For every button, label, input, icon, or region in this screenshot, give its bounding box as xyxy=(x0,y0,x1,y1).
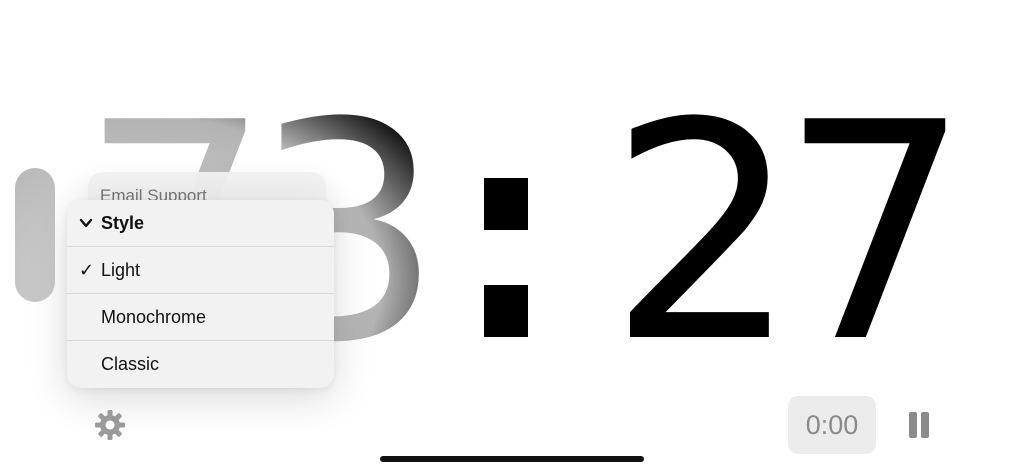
menu-item-label: Light xyxy=(101,260,141,280)
stopwatch-display[interactable]: 0:00 xyxy=(788,396,876,454)
menu-item-light[interactable]: ✓ Light xyxy=(67,247,334,294)
clock-minute-digit-2: 7 xyxy=(780,59,971,408)
style-menu-header[interactable]: Style xyxy=(67,200,334,247)
menu-item-label: Classic xyxy=(101,354,160,374)
clock-colon-bottom xyxy=(484,285,528,337)
menu-item-monochrome[interactable]: Monochrome xyxy=(67,294,334,341)
gear-icon[interactable] xyxy=(93,408,127,442)
menu-item-classic[interactable]: Classic xyxy=(67,341,334,388)
style-menu: Style ✓ Light Monochrome Classic xyxy=(67,200,334,388)
clock-minute-digit-1: 2 xyxy=(608,59,799,408)
clock-colon-top xyxy=(484,178,528,230)
home-indicator[interactable] xyxy=(380,456,644,462)
checkmark-icon: ✓ xyxy=(79,260,95,280)
clock-screen: 7 3 2 7 Email Support Style ✓ Light Mono… xyxy=(0,0,1024,471)
style-menu-title: Style xyxy=(101,213,145,233)
pause-icon[interactable] xyxy=(904,408,934,442)
chevron-down-icon xyxy=(79,200,93,247)
menu-item-label: Monochrome xyxy=(101,307,207,327)
